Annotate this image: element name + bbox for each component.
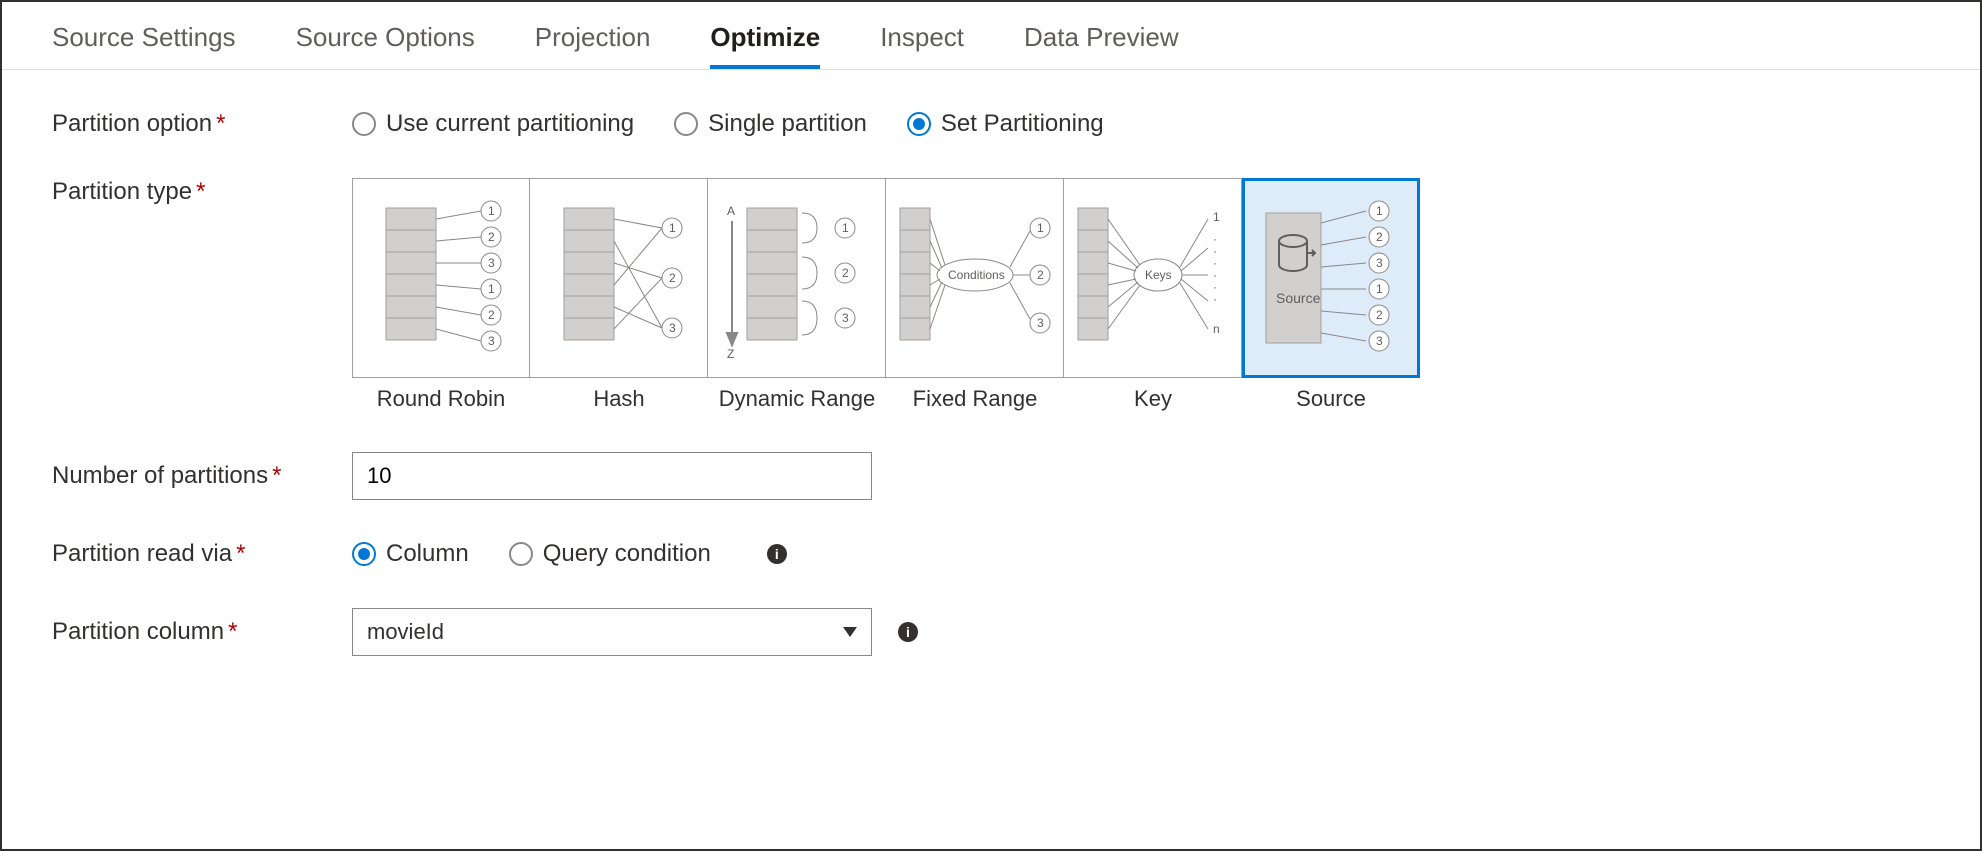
svg-text:1: 1 bbox=[842, 221, 849, 235]
tab-source-options[interactable]: Source Options bbox=[296, 22, 475, 69]
partition-type-fixed-range[interactable]: Conditions 1 2 3 bbox=[886, 178, 1064, 378]
partition-column-label: Partition column* bbox=[52, 618, 352, 646]
num-partitions-input[interactable] bbox=[352, 452, 872, 500]
svg-text:3: 3 bbox=[488, 334, 495, 348]
partition-column-select[interactable]: movieId bbox=[352, 608, 872, 656]
svg-text:2: 2 bbox=[488, 230, 495, 244]
svg-text:3: 3 bbox=[488, 256, 495, 270]
svg-text:Z: Z bbox=[727, 347, 734, 361]
radio-set-partitioning[interactable]: Set Partitioning bbox=[907, 110, 1104, 138]
svg-text:3: 3 bbox=[842, 311, 849, 325]
svg-text:3: 3 bbox=[1037, 316, 1044, 330]
svg-text:1: 1 bbox=[669, 221, 676, 235]
pt-label-dynamic-range: Dynamic Range bbox=[708, 386, 886, 412]
tab-inspect[interactable]: Inspect bbox=[880, 22, 964, 69]
svg-text:2: 2 bbox=[669, 271, 676, 285]
svg-text:1: 1 bbox=[1376, 204, 1383, 218]
svg-text:1: 1 bbox=[1376, 282, 1383, 296]
partition-type-key[interactable]: Keys 1 ··· ··· n bbox=[1064, 178, 1242, 378]
svg-text:3: 3 bbox=[669, 321, 676, 335]
svg-text:1: 1 bbox=[1213, 210, 1220, 224]
svg-text:A: A bbox=[727, 204, 735, 218]
svg-text:1: 1 bbox=[488, 204, 495, 218]
partition-type-hash[interactable]: 1 2 3 bbox=[530, 178, 708, 378]
info-icon[interactable]: i bbox=[898, 622, 918, 642]
radio-single-partition[interactable]: Single partition bbox=[674, 110, 867, 138]
svg-text:1: 1 bbox=[488, 282, 495, 296]
partition-type-round-robin[interactable]: 1 2 3 1 2 3 bbox=[352, 178, 530, 378]
radio-query-condition[interactable]: Query condition bbox=[509, 540, 711, 568]
partition-type-label: Partition type* bbox=[52, 178, 352, 206]
svg-text:3: 3 bbox=[1376, 334, 1383, 348]
svg-text:2: 2 bbox=[1376, 230, 1383, 244]
source-card-label: Source bbox=[1276, 290, 1321, 306]
svg-text:n: n bbox=[1213, 322, 1220, 336]
pt-label-hash: Hash bbox=[530, 386, 708, 412]
partition-option-label: Partition option* bbox=[52, 110, 352, 138]
info-icon[interactable]: i bbox=[767, 544, 787, 564]
chevron-down-icon bbox=[843, 627, 857, 637]
svg-text:2: 2 bbox=[488, 308, 495, 322]
partition-type-source[interactable]: Source 1 2 3 1 2 3 bbox=[1242, 178, 1420, 378]
tabs-bar: Source Settings Source Options Projectio… bbox=[2, 2, 1980, 70]
pt-label-key: Key bbox=[1064, 386, 1242, 412]
tab-optimize[interactable]: Optimize bbox=[710, 22, 820, 69]
pt-label-round-robin: Round Robin bbox=[352, 386, 530, 412]
partition-type-dynamic-range[interactable]: A Z 1 2 3 bbox=[708, 178, 886, 378]
radio-use-current-partitioning[interactable]: Use current partitioning bbox=[352, 110, 634, 138]
pt-label-source: Source bbox=[1242, 386, 1420, 412]
svg-text:2: 2 bbox=[842, 266, 849, 280]
key-label: Keys bbox=[1145, 268, 1172, 282]
tab-data-preview[interactable]: Data Preview bbox=[1024, 22, 1179, 69]
radio-column[interactable]: Column bbox=[352, 540, 469, 568]
pt-label-fixed-range: Fixed Range bbox=[886, 386, 1064, 412]
tab-projection[interactable]: Projection bbox=[535, 22, 651, 69]
tab-source-settings[interactable]: Source Settings bbox=[52, 22, 236, 69]
svg-text:1: 1 bbox=[1037, 221, 1044, 235]
partition-read-via-label: Partition read via* bbox=[52, 540, 352, 568]
fixed-range-conditions-label: Conditions bbox=[948, 268, 1005, 282]
svg-text:·: · bbox=[1213, 292, 1217, 306]
svg-text:2: 2 bbox=[1376, 308, 1383, 322]
num-partitions-label: Number of partitions* bbox=[52, 462, 352, 490]
svg-text:2: 2 bbox=[1037, 268, 1044, 282]
svg-text:3: 3 bbox=[1376, 256, 1383, 270]
